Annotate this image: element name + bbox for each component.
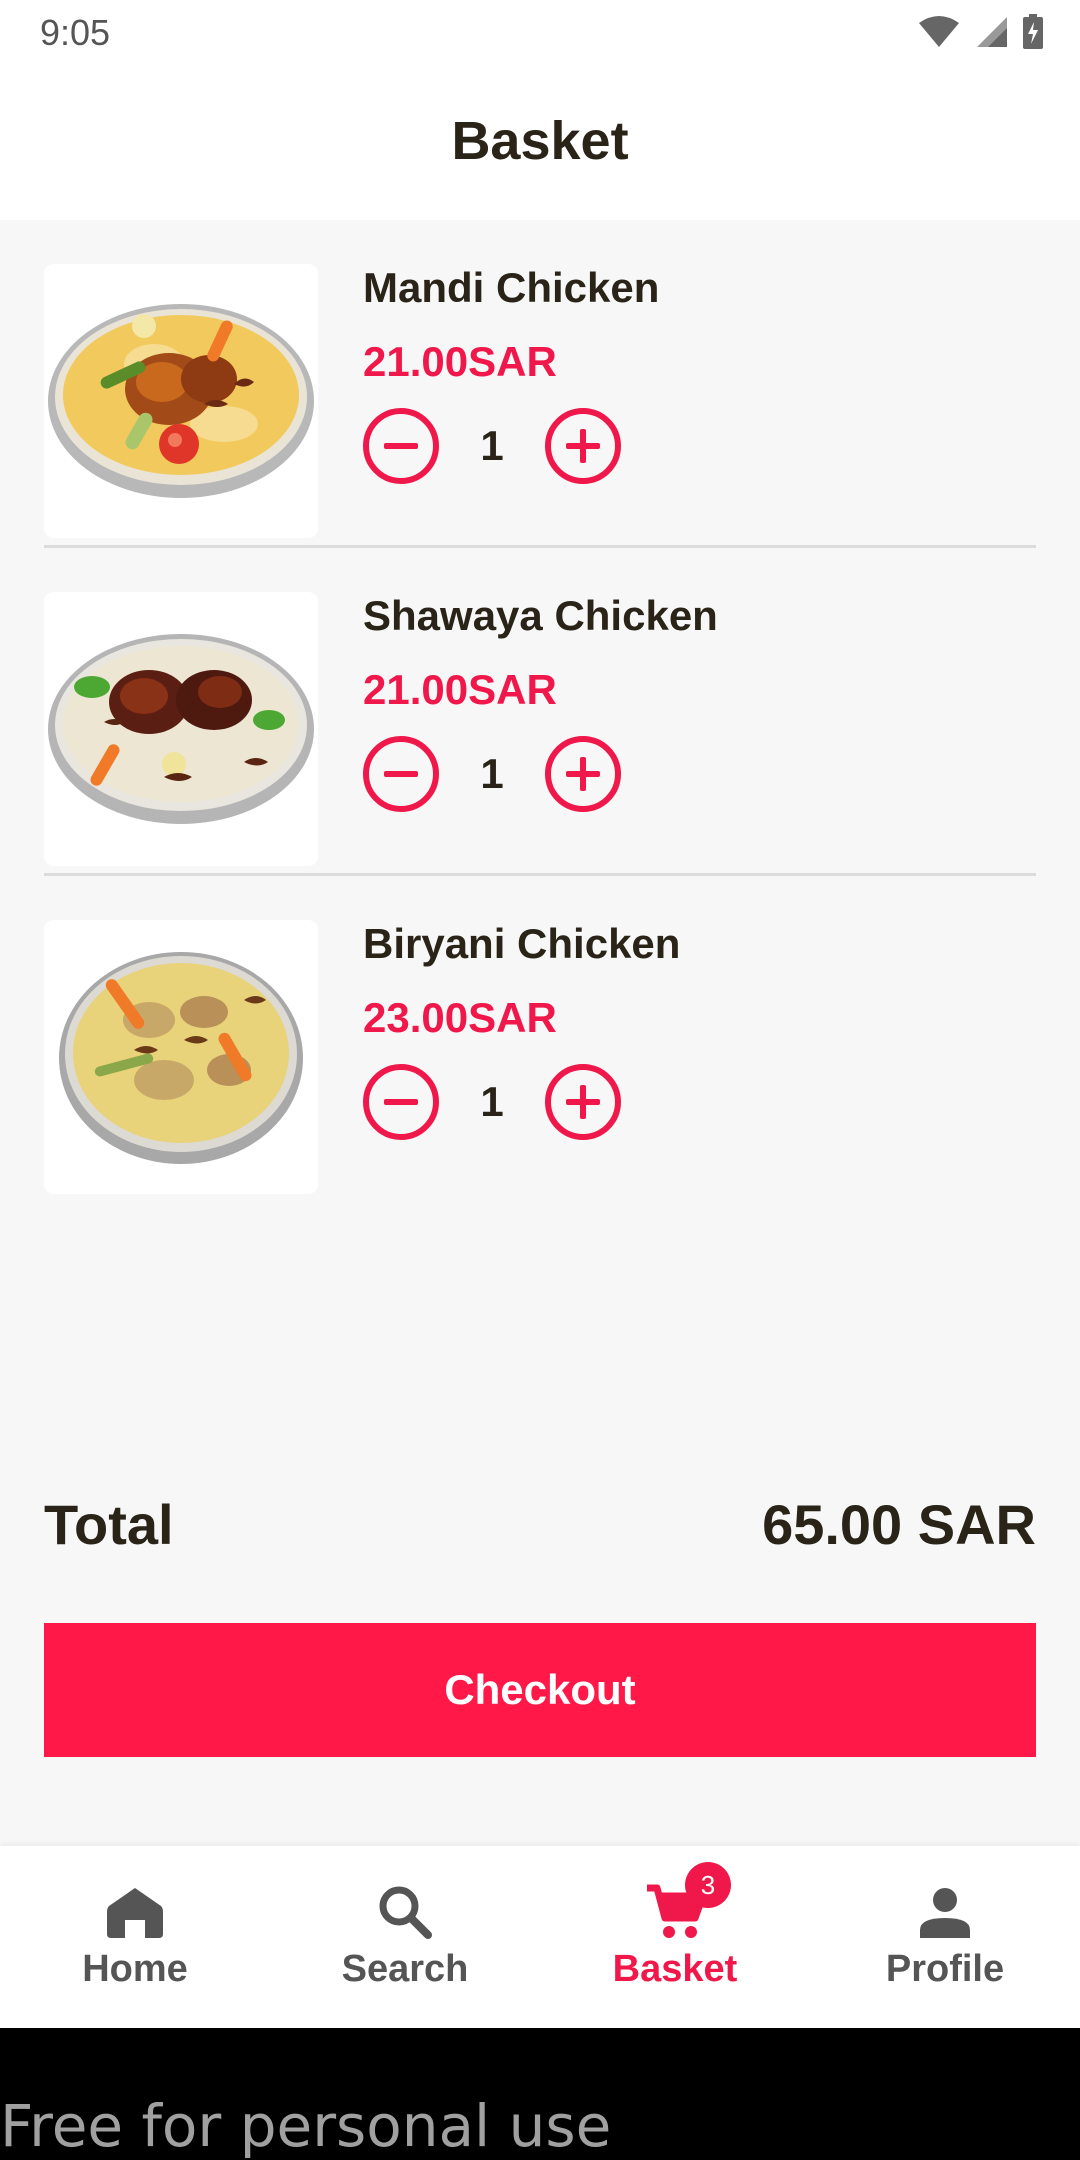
biryani-chicken-image [44,920,318,1194]
item-price: 23.00SAR [363,994,557,1041]
nav-item-search[interactable]: Search [270,1846,540,2028]
quantity-value: 1 [480,1078,504,1125]
page-title: Basket [451,111,629,171]
total-row: Total 65.00 SAR [44,1492,1036,1562]
item-name: Mandi Chicken [363,264,660,311]
bottom-nav: Home Search 3 Basket Profile [0,1846,1080,2028]
nav-label-search: Search [341,1948,469,1990]
cart-icon: 3 [645,1862,731,1942]
status-bar: 9:05 [0,0,1080,68]
basket-item: Biryani Chicken 23.00SAR 1 [44,876,1036,1204]
increase-quantity-button[interactable] [545,1064,621,1140]
quantity-stepper: 1 [363,1064,621,1140]
watermark-text: Free for personal use [0,2092,612,2160]
item-price: 21.00SAR [363,666,557,713]
increase-quantity-button[interactable] [545,408,621,484]
item-name: Biryani Chicken [363,920,681,967]
total-label: Total [44,1493,174,1556]
status-time: 9:05 [40,12,111,53]
nav-label-profile: Profile [885,1948,1005,1990]
nav-item-basket[interactable]: 3 Basket [540,1846,810,2028]
item-price: 21.00SAR [363,338,557,385]
decrease-quantity-button[interactable] [363,1064,439,1140]
cart-badge: 3 [685,1862,731,1908]
status-icons [918,14,1044,55]
shawaya-chicken-image [44,592,318,866]
minus-icon [384,771,418,777]
checkout-button[interactable]: Checkout [44,1623,1036,1757]
basket-item: Shawaya Chicken 21.00SAR 1 [44,548,1036,876]
person-icon [915,1882,975,1942]
search-icon [375,1882,435,1942]
quantity-value: 1 [480,422,504,469]
quantity-stepper: 1 [363,736,621,812]
footer-bar: Free for personal use [0,2028,1080,2160]
wifi-icon [918,16,960,53]
nav-item-profile[interactable]: Profile [810,1846,1080,2028]
mandi-chicken-image [44,264,318,538]
total-value: 65.00 SAR [762,1493,1036,1556]
minus-icon [384,1099,418,1105]
home-icon [105,1882,165,1942]
increase-quantity-button[interactable] [545,736,621,812]
basket-item: Mandi Chicken 21.00SAR 1 [44,220,1036,548]
item-name: Shawaya Chicken [363,592,718,639]
decrease-quantity-button[interactable] [363,736,439,812]
nav-item-home[interactable]: Home [0,1846,270,2028]
quantity-stepper: 1 [363,408,621,484]
battery-icon [1022,14,1044,55]
basket-list: Mandi Chicken 21.00SAR 1 Shawaya Chicken… [44,220,1036,1204]
nav-label-home: Home [82,1948,188,1990]
nav-label-basket: Basket [612,1948,738,1990]
signal-icon [974,16,1008,53]
app-bar: Basket [0,68,1080,220]
decrease-quantity-button[interactable] [363,408,439,484]
quantity-value: 1 [480,750,504,797]
minus-icon [384,443,418,449]
